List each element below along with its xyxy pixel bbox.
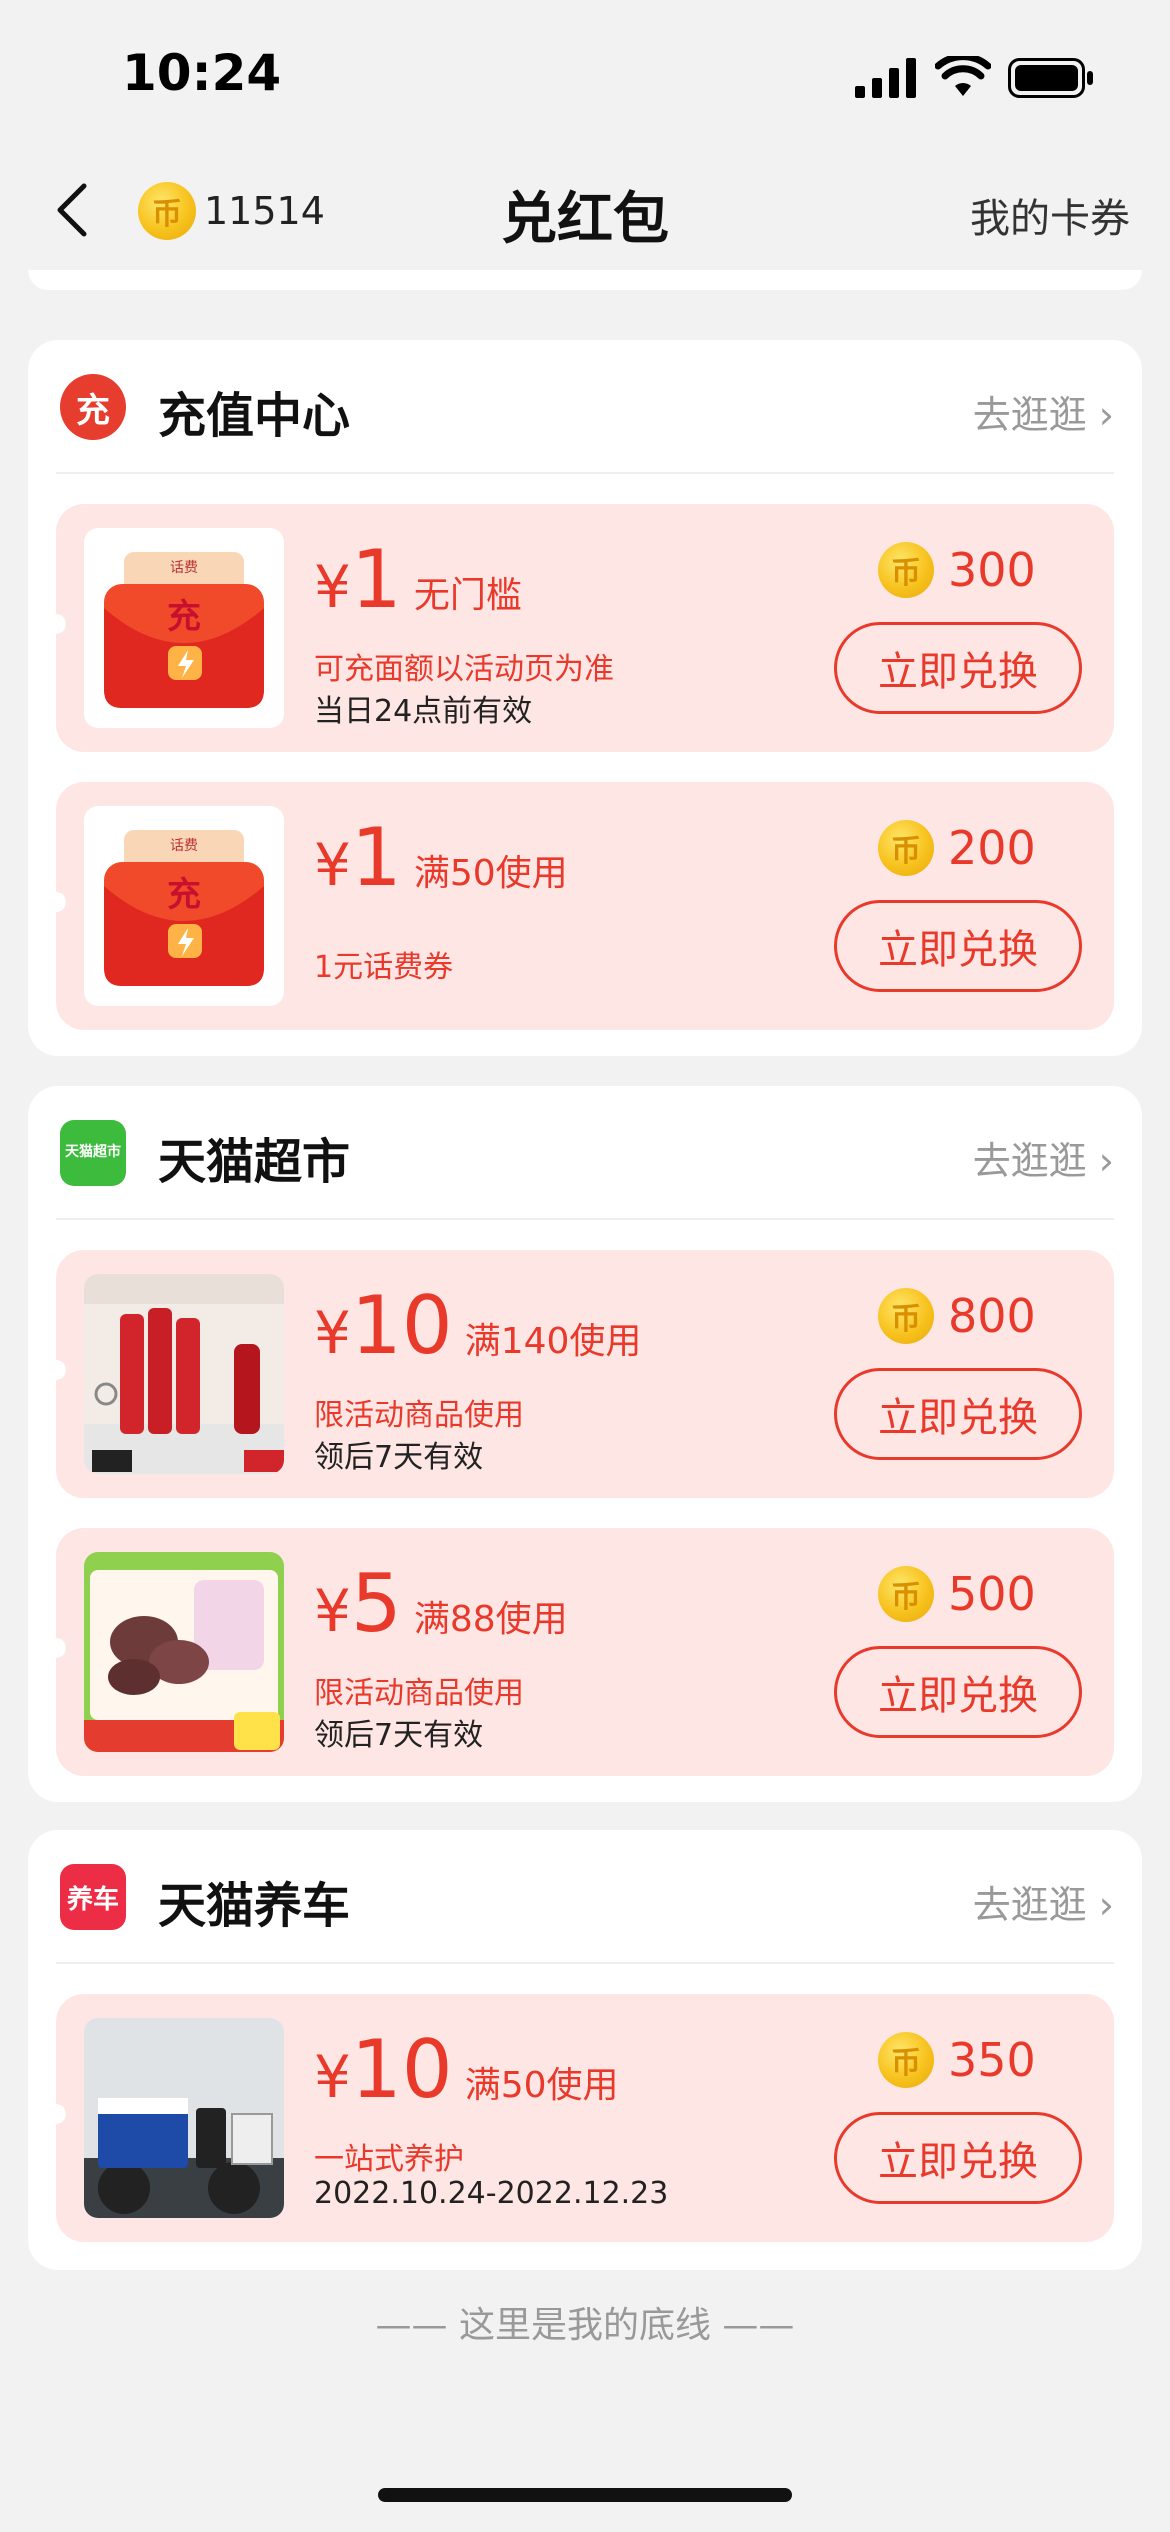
section-header: 天猫超市 天猫超市 去逛逛 › bbox=[56, 1086, 1114, 1220]
coupon-cost: 350 bbox=[878, 2032, 1036, 2088]
amount-value: 1 bbox=[350, 533, 402, 626]
redeem-button[interactable]: 立即兑换 bbox=[834, 2112, 1082, 2204]
battery-icon bbox=[1008, 58, 1093, 98]
my-coupons-link[interactable]: 我的卡券 bbox=[970, 186, 1130, 244]
amount-value: 5 bbox=[350, 1557, 402, 1650]
envelope-label: 充 bbox=[167, 875, 201, 915]
browse-link-label: 去逛逛 bbox=[972, 1883, 1087, 1927]
coupon-amount: ¥ 10 满50使用 bbox=[314, 2023, 619, 2116]
car-battery-product-image bbox=[84, 2018, 284, 2218]
section-header: 养车 天猫养车 去逛逛 › bbox=[56, 1830, 1114, 1964]
coupon-validity: 领后7天有效 bbox=[314, 1440, 484, 1475]
car-care-logo-text: 养车 bbox=[66, 1884, 119, 1915]
coin-icon bbox=[878, 2032, 934, 2088]
cost-value: 800 bbox=[948, 1289, 1036, 1343]
coupon-validity: 2022.10.24-2022.12.23 bbox=[314, 2176, 669, 2211]
coupon-card: 充 话费 ¥ 1 无门槛 可充面额以活动页为准 当日24点前有效 300 立即兑… bbox=[46, 504, 1114, 752]
usage-condition: 无门槛 bbox=[413, 575, 522, 616]
cellular-signal-icon bbox=[855, 58, 916, 98]
amount-value: 1 bbox=[350, 811, 402, 904]
currency-symbol: ¥ bbox=[314, 1299, 351, 1367]
amount-value: 10 bbox=[350, 1279, 453, 1372]
home-indicator[interactable] bbox=[378, 2488, 792, 2502]
coupon-card: 充 话费 ¥ 1 满50使用 1元话费券 200 立即兑换 bbox=[46, 782, 1114, 1030]
wifi-icon bbox=[935, 56, 991, 96]
section-title: 天猫超市 bbox=[158, 1134, 351, 1190]
coin-icon bbox=[878, 1566, 934, 1622]
coupon-validity: 领后7天有效 bbox=[314, 1718, 484, 1753]
section-header: 充 充值中心 去逛逛 › bbox=[56, 340, 1114, 474]
shampoo-product-image bbox=[84, 1274, 284, 1474]
currency-symbol: ¥ bbox=[314, 1577, 351, 1645]
cost-value: 200 bbox=[948, 821, 1036, 875]
usage-condition: 满50使用 bbox=[464, 2065, 619, 2106]
coupon-amount: ¥ 5 满88使用 bbox=[314, 1557, 568, 1650]
previous-card-edge bbox=[28, 270, 1142, 290]
browse-link[interactable]: 去逛逛 › bbox=[973, 1130, 1114, 1185]
status-time: 10:24 bbox=[122, 44, 282, 102]
snack-product-image bbox=[84, 1552, 284, 1752]
section-tmall-supermarket: 天猫超市 天猫超市 去逛逛 › ¥ 10 满140使用 限活动商品使用 领后7天… bbox=[28, 1086, 1142, 1802]
usage-condition: 满88使用 bbox=[413, 1599, 568, 1640]
tmall-supermarket-logo-icon: 天猫超市 bbox=[60, 1120, 126, 1186]
section-title: 天猫养车 bbox=[158, 1878, 351, 1934]
coupon-amount: ¥ 1 满50使用 bbox=[314, 811, 568, 904]
envelope-tag: 话费 bbox=[170, 838, 198, 854]
coupon-description: 限活动商品使用 bbox=[314, 1676, 524, 1711]
chevron-right-icon: › bbox=[1098, 393, 1114, 437]
redeem-button[interactable]: 立即兑换 bbox=[834, 1646, 1082, 1738]
browse-link-label: 去逛逛 bbox=[972, 1139, 1087, 1183]
envelope-label: 充 bbox=[167, 597, 201, 637]
currency-symbol: ¥ bbox=[314, 553, 351, 621]
recharge-envelope-image: 充 话费 bbox=[84, 806, 284, 1006]
coupon-amount: ¥ 10 满140使用 bbox=[314, 1279, 642, 1372]
coupon-description: 可充面额以活动页为准 bbox=[314, 652, 614, 687]
end-of-list-note: —— 这里是我的底线 —— bbox=[375, 2305, 795, 2346]
cost-value: 350 bbox=[948, 2033, 1036, 2087]
tmall-car-care-logo-icon: 养车 bbox=[60, 1864, 126, 1930]
coupon-card: ¥ 5 满88使用 限活动商品使用 领后7天有效 500 立即兑换 bbox=[46, 1528, 1114, 1776]
coupon-card: ¥ 10 满50使用 一站式养护 2022.10.24-2022.12.23 3… bbox=[46, 1994, 1114, 2242]
coupon-description: 1元话费券 bbox=[314, 950, 454, 985]
coin-icon bbox=[878, 542, 934, 598]
recharge-icon: 充 bbox=[60, 374, 126, 440]
coupon-description: 一站式养护 bbox=[314, 2142, 464, 2177]
cost-value: 500 bbox=[948, 1567, 1036, 1621]
usage-condition: 满50使用 bbox=[413, 853, 568, 894]
section-tmall-car-care: 养车 天猫养车 去逛逛 › ¥ 10 满50使用 一站式养护 2022.10.2… bbox=[28, 1830, 1142, 2270]
currency-symbol: ¥ bbox=[314, 2043, 351, 2111]
coupon-cost: 800 bbox=[878, 1288, 1036, 1344]
browse-link[interactable]: 去逛逛 › bbox=[973, 1874, 1114, 1929]
currency-symbol: ¥ bbox=[314, 831, 351, 899]
usage-condition: 满140使用 bbox=[464, 1321, 642, 1362]
redeem-button[interactable]: 立即兑换 bbox=[834, 622, 1082, 714]
section-recharge-center: 充 充值中心 去逛逛 › 充 话费 ¥ 1 无门槛 可充面额以活动页为准 当日2… bbox=[28, 340, 1142, 1056]
coupon-cost: 500 bbox=[878, 1566, 1036, 1622]
coupon-validity: 当日24点前有效 bbox=[314, 694, 533, 729]
redeem-button[interactable]: 立即兑换 bbox=[834, 1368, 1082, 1460]
coupon-cost: 200 bbox=[878, 820, 1036, 876]
coupon-description: 限活动商品使用 bbox=[314, 1398, 524, 1433]
section-title: 充值中心 bbox=[158, 388, 351, 444]
amount-value: 10 bbox=[350, 2023, 453, 2116]
nav-bar: 11514 兑红包 我的卡券 bbox=[0, 150, 1170, 270]
browse-link-label: 去逛逛 bbox=[972, 393, 1087, 437]
browse-link[interactable]: 去逛逛 › bbox=[973, 384, 1114, 439]
redeem-button[interactable]: 立即兑换 bbox=[834, 900, 1082, 992]
coin-icon bbox=[878, 1288, 934, 1344]
coupon-card: ¥ 10 满140使用 限活动商品使用 领后7天有效 800 立即兑换 bbox=[46, 1250, 1114, 1498]
cost-value: 300 bbox=[948, 543, 1036, 597]
chevron-right-icon: › bbox=[1098, 1139, 1114, 1183]
coin-icon bbox=[878, 820, 934, 876]
chevron-right-icon: › bbox=[1098, 1883, 1114, 1927]
coupon-cost: 300 bbox=[878, 542, 1036, 598]
coupon-amount: ¥ 1 无门槛 bbox=[314, 533, 522, 626]
recharge-envelope-image: 充 话费 bbox=[84, 528, 284, 728]
envelope-tag: 话费 bbox=[170, 560, 198, 576]
status-bar: 10:24 bbox=[0, 0, 1170, 150]
